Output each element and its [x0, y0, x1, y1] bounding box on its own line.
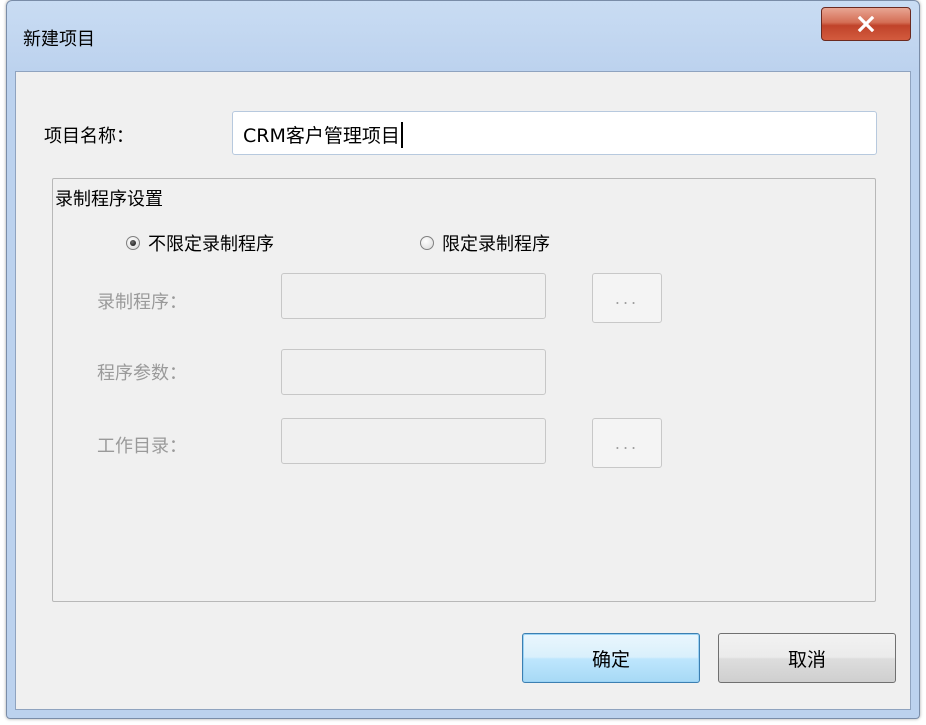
work-dir-label: 工作目录：	[97, 436, 187, 457]
project-name-input[interactable]: CRM客户管理项目	[232, 111, 877, 155]
title-bar[interactable]: 新建项目	[7, 1, 919, 71]
browse-ellipsis: ...	[614, 288, 640, 308]
close-button[interactable]	[821, 7, 911, 41]
radio-restricted[interactable]: 限定录制程序	[420, 230, 550, 256]
project-name-label: 项目名称：	[44, 126, 134, 147]
program-params-label: 程序参数：	[97, 363, 187, 384]
radio-unchecked-icon	[420, 236, 434, 250]
work-dir-input[interactable]	[281, 418, 546, 464]
close-icon	[857, 16, 875, 32]
radio-restricted-label: 限定录制程序	[442, 234, 550, 255]
radio-unrestricted[interactable]: 不限定录制程序	[126, 230, 274, 256]
radio-checked-icon	[126, 236, 140, 250]
record-program-label: 录制程序：	[97, 292, 187, 313]
browse-ellipsis: ...	[614, 433, 640, 453]
window-title: 新建项目	[23, 29, 95, 50]
dialog-window: 新建项目 项目名称： CRM客户管理项目 录制程序设置 不限定录制程序 限定录制…	[6, 0, 920, 719]
project-name-value: CRM客户管理项目	[243, 125, 400, 147]
record-program-input[interactable]	[281, 273, 546, 319]
radio-unrestricted-label: 不限定录制程序	[148, 234, 274, 255]
record-settings-title: 录制程序设置	[55, 185, 167, 211]
cancel-button[interactable]: 取消	[718, 633, 896, 683]
text-caret	[400, 121, 403, 148]
work-dir-browse-button[interactable]: ...	[592, 418, 662, 468]
ok-button[interactable]: 确定	[522, 633, 700, 683]
program-params-input[interactable]	[281, 349, 546, 395]
dialog-body: 项目名称： CRM客户管理项目 录制程序设置 不限定录制程序 限定录制程序 录制…	[15, 71, 911, 710]
record-program-browse-button[interactable]: ...	[592, 273, 662, 323]
